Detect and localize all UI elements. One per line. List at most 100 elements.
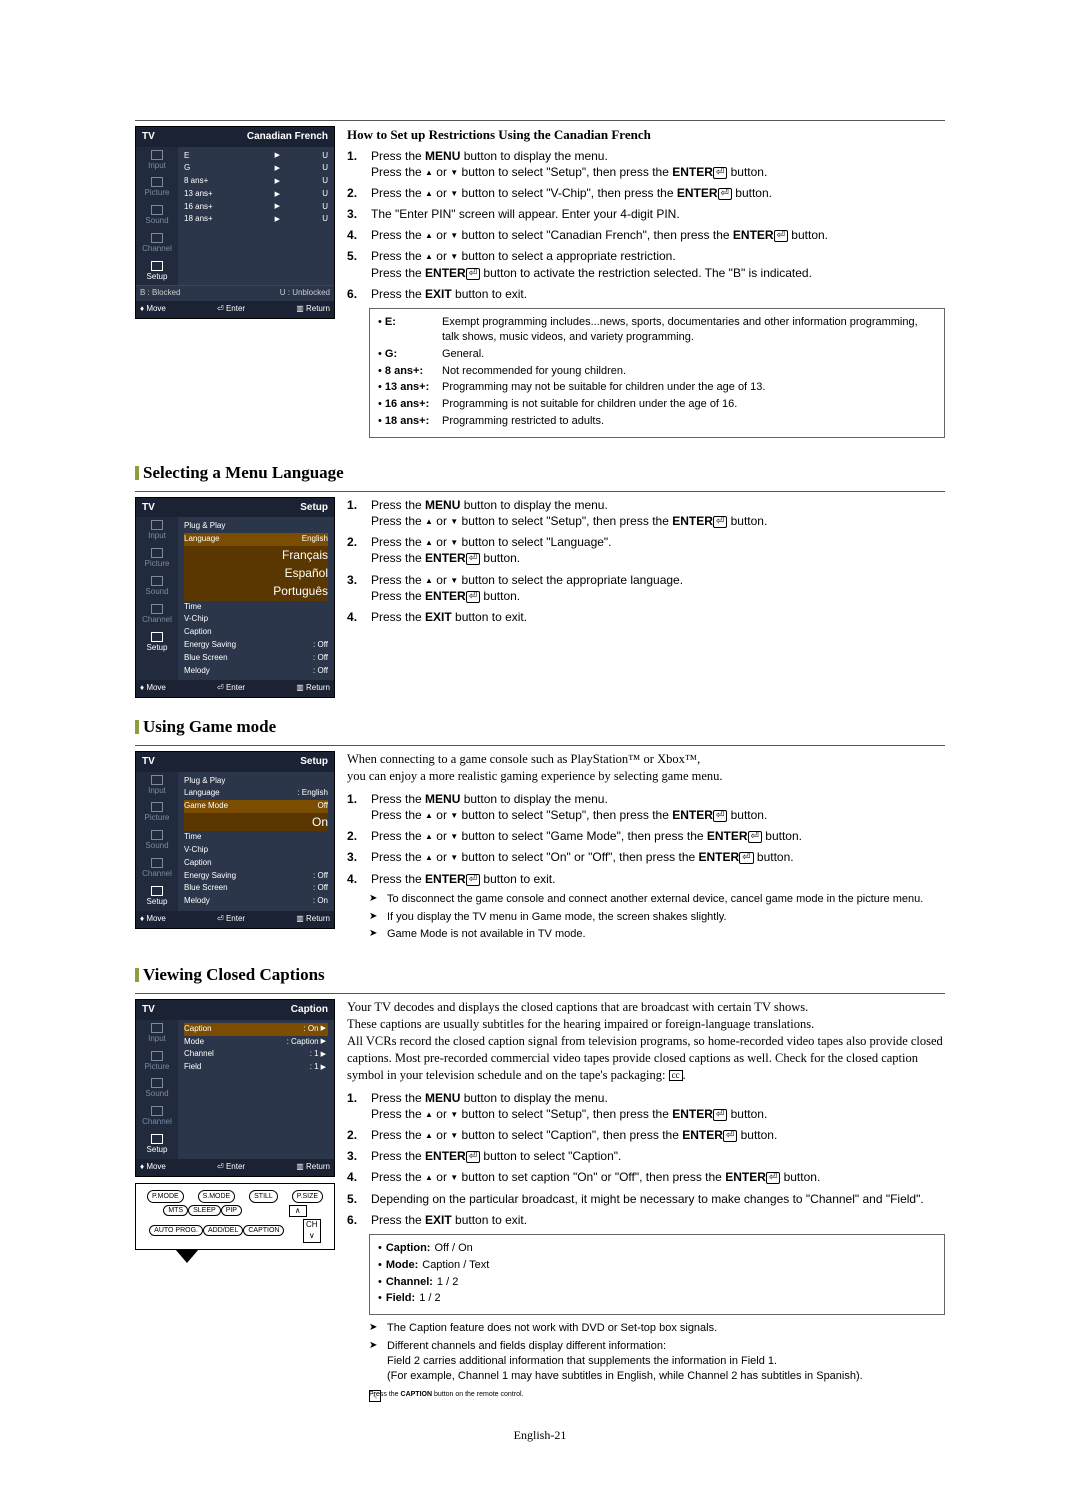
osd-side-setup: Setup <box>136 1131 178 1159</box>
osd-gamemode: TVSetup InputPictureSoundChannelSetupPlu… <box>135 751 335 929</box>
enter-icon: ⏎ <box>466 268 480 280</box>
caption-opt: • Channel: 1 / 2 <box>378 1275 936 1290</box>
note-caption-button: ☟Press the CAPTION button on the remote … <box>369 1390 945 1399</box>
osd-row: Français <box>184 546 328 564</box>
osd-side-setup: Setup <box>136 883 178 911</box>
section-title-language: Selecting a Menu Language <box>135 462 945 485</box>
note-shake: If you display the TV menu in Game mode,… <box>369 910 945 925</box>
step: Press the ▲ or ▼ button to select a appr… <box>347 248 945 280</box>
subhead-restrictions: How to Set up Restrictions Using the Can… <box>347 126 945 144</box>
game-intro: When connecting to a game console such a… <box>347 751 945 785</box>
step: Press the EXIT button to exit. <box>347 1212 945 1228</box>
rating-def: • 13 ans+:Programming may not be suitabl… <box>378 380 936 395</box>
step: Press the ▲ or ▼ button to select "Game … <box>347 828 945 844</box>
osd-row: Mode: Caption▶ <box>184 1036 328 1049</box>
osd-title-right: Caption <box>291 1003 328 1017</box>
osd-row: V-Chip <box>184 844 328 857</box>
foot-return: ▥ Return <box>296 304 330 315</box>
osd-canadian-french: TVCanadian French InputPictureSoundChann… <box>135 126 335 319</box>
osd-row: 13 ans+▶U <box>184 188 328 201</box>
osd-side-input: Input <box>136 517 178 545</box>
caption-options: • Caption: Off / On• Mode: Caption / Tex… <box>369 1234 945 1315</box>
note-tvmode: Game Mode is not available in TV mode. <box>369 927 945 942</box>
note-channels: Different channels and fields display di… <box>369 1339 945 1384</box>
osd-title-left: TV <box>142 501 155 515</box>
osd-row: Melody: On <box>184 895 328 908</box>
osd-row: 8 ans+▶U <box>184 175 328 188</box>
foot-enter: ⏎ Enter <box>217 304 245 315</box>
step: Press the EXIT button to exit. <box>347 286 945 302</box>
step: Press the ▲ or ▼ button to select "Canad… <box>347 227 945 243</box>
osd-row: Field: 1▶ <box>184 1061 328 1074</box>
step: Press the ENTER⏎ button to exit. <box>347 871 945 887</box>
osd-row: Caption: On▶ <box>184 1023 328 1036</box>
enter-icon: ⏎ <box>713 1109 727 1121</box>
osd-row: Plug & Play <box>184 775 328 788</box>
osd-row: Time <box>184 831 328 844</box>
osd-row: Language: English <box>184 787 328 800</box>
foot-enter: ⏎ Enter <box>217 1162 245 1173</box>
osd-row: Plug & Play <box>184 520 328 533</box>
foot-return: ▥ Return <box>296 914 330 925</box>
legend-blocked: B : Blocked <box>140 288 180 299</box>
enter-icon: ⏎ <box>713 810 727 822</box>
osd-side-setup: Setup <box>136 258 178 286</box>
osd-side-channel: Channel <box>136 855 178 883</box>
page-footer: English-21 <box>135 1427 945 1443</box>
osd-row: E▶U <box>184 150 328 163</box>
osd-side-picture: Picture <box>136 1048 178 1076</box>
caption-opt: • Field: 1 / 2 <box>378 1291 936 1306</box>
section-title-caption: Viewing Closed Captions <box>135 964 945 987</box>
osd-caption: TVCaption InputPictureSoundChannelSetupC… <box>135 999 335 1176</box>
osd-side-picture: Picture <box>136 799 178 827</box>
step: Press the MENU button to display the men… <box>347 497 945 529</box>
osd-title-left: TV <box>142 755 155 769</box>
osd-side-sound: Sound <box>136 573 178 601</box>
remote-btn-caption: CAPTION <box>243 1225 284 1236</box>
step: Press the ▲ or ▼ button to select "V-Chi… <box>347 185 945 201</box>
enter-icon: ⏎ <box>718 188 732 200</box>
osd-row: Caption <box>184 857 328 870</box>
enter-icon: ⏎ <box>766 1172 780 1184</box>
remote-control: P.MODES.MODESTILLP.SIZE MTSSLEEPPIP∧ AUT… <box>135 1183 335 1250</box>
caption-intro: Your TV decodes and displays the closed … <box>347 999 945 1083</box>
osd-row: Channel: 1▶ <box>184 1048 328 1061</box>
dpad-up: ∧ <box>289 1205 307 1217</box>
remote-btn-still: STILL <box>249 1190 278 1203</box>
osd-side-picture: Picture <box>136 174 178 202</box>
step: Press the ▲ or ▼ button to select "Langu… <box>347 534 945 566</box>
enter-icon: ⏎ <box>466 1151 480 1163</box>
foot-move: ♦ Move <box>140 304 166 315</box>
foot-enter: ⏎ Enter <box>217 683 245 694</box>
osd-side-input: Input <box>136 147 178 175</box>
foot-return: ▥ Return <box>296 1162 330 1173</box>
enter-icon: ⏎ <box>466 553 480 565</box>
enter-icon: ⏎ <box>713 516 727 528</box>
osd-side-channel: Channel <box>136 1103 178 1131</box>
step: Depending on the particular broadcast, i… <box>347 1191 945 1207</box>
osd-side-setup: Setup <box>136 629 178 657</box>
osd-row: Caption <box>184 626 328 639</box>
osd-row: 18 ans+▶U <box>184 213 328 226</box>
note-dvd: The Caption feature does not work with D… <box>369 1321 945 1336</box>
enter-icon: ⏎ <box>748 831 762 843</box>
enter-icon: ⏎ <box>466 591 480 603</box>
enter-icon: ⏎ <box>466 874 480 886</box>
foot-move: ♦ Move <box>140 683 166 694</box>
step: Press the MENU button to display the men… <box>347 1090 945 1122</box>
remote-btn-pip: PIP <box>221 1205 242 1216</box>
section-title-game: Using Game mode <box>135 716 945 739</box>
foot-move: ♦ Move <box>140 1162 166 1173</box>
osd-title-right: Setup <box>300 501 328 515</box>
osd-row: Time <box>184 601 328 614</box>
remote-btn-smode: S.MODE <box>198 1190 236 1203</box>
osd-row: Blue Screen: Off <box>184 652 328 665</box>
rating-def: • G:General. <box>378 347 936 362</box>
osd-side-sound: Sound <box>136 827 178 855</box>
step: Press the MENU button to display the men… <box>347 148 945 180</box>
osd-row: On <box>184 813 328 831</box>
step: Press the ▲ or ▼ button to select "Capti… <box>347 1127 945 1143</box>
step: Press the MENU button to display the men… <box>347 791 945 823</box>
osd-row: Melody: Off <box>184 665 328 678</box>
osd-title-right: Setup <box>300 755 328 769</box>
